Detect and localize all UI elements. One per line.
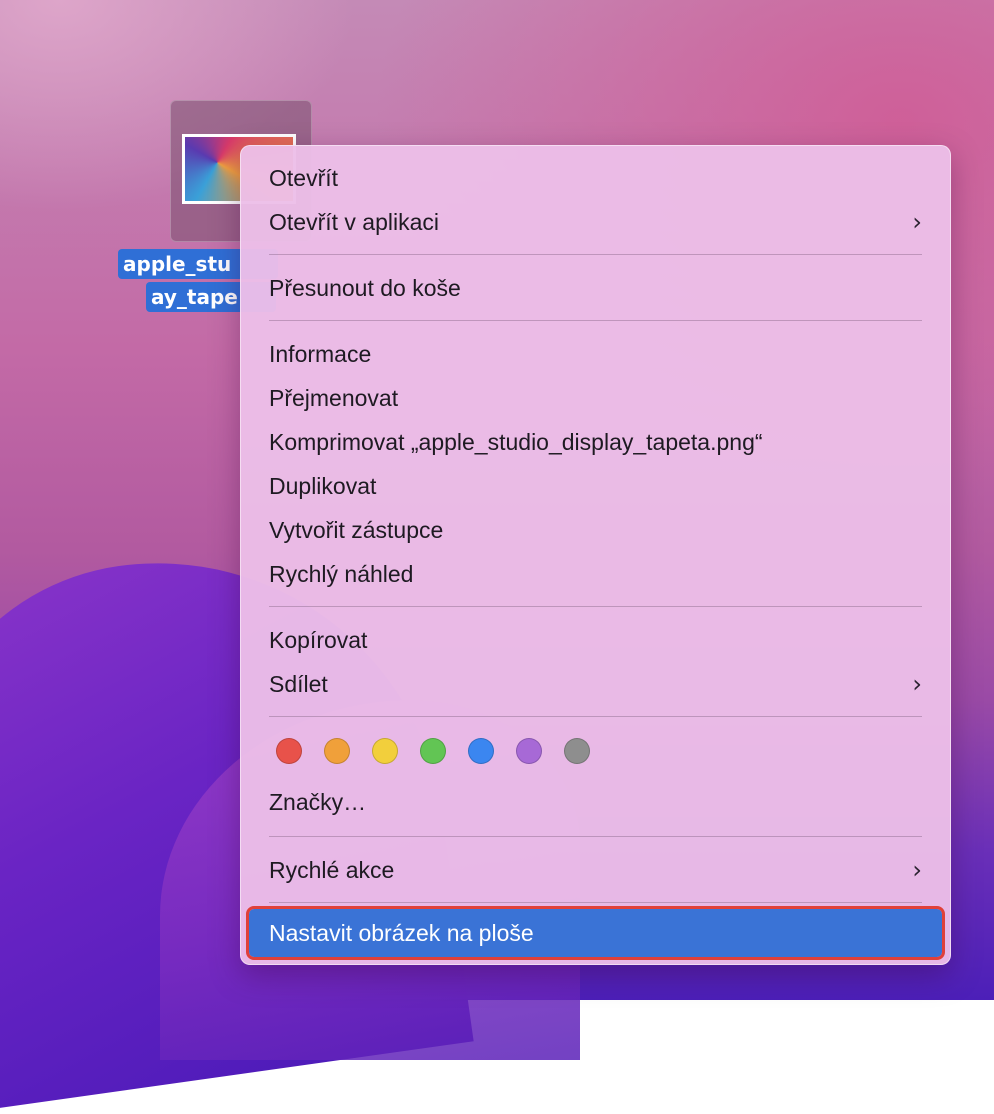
menu-item-tags[interactable]: Značky…: [241, 782, 950, 822]
menu-separator: [269, 836, 922, 837]
menu-item-label: Kopírovat: [269, 627, 368, 653]
menu-item-open[interactable]: Otevřít: [241, 158, 950, 198]
chevron-right-icon: ›: [912, 208, 922, 236]
chevron-right-icon: ›: [912, 670, 922, 698]
tag-yellow[interactable]: [372, 738, 398, 764]
tag-blue[interactable]: [468, 738, 494, 764]
menu-separator: [269, 606, 922, 607]
chevron-right-icon: ›: [912, 856, 922, 884]
menu-item-share[interactable]: Sdílet ›: [241, 664, 950, 704]
menu-item-get-info[interactable]: Informace: [241, 334, 950, 374]
menu-item-label: Značky…: [269, 789, 367, 815]
tag-orange[interactable]: [324, 738, 350, 764]
menu-item-compress[interactable]: Komprimovat „apple_studio_display_tapeta…: [241, 422, 950, 462]
tag-gray[interactable]: [564, 738, 590, 764]
menu-item-quick-look[interactable]: Rychlý náhled: [241, 554, 950, 594]
tag-green[interactable]: [420, 738, 446, 764]
menu-item-label: Rychlý náhled: [269, 561, 414, 587]
context-menu: Otevřít Otevřít v aplikaci › Přesunout d…: [240, 145, 951, 965]
menu-item-move-to-trash[interactable]: Přesunout do koše: [241, 268, 950, 308]
menu-item-label: Přejmenovat: [269, 385, 399, 411]
menu-item-set-desktop-picture[interactable]: Nastavit obrázek na ploše: [246, 906, 945, 960]
menu-item-label: Nastavit obrázek na ploše: [269, 920, 534, 946]
tag-red[interactable]: [276, 738, 302, 764]
menu-item-label: Vytvořit zástupce: [269, 517, 444, 543]
tag-purple[interactable]: [516, 738, 542, 764]
menu-item-label: Otevřít: [269, 165, 339, 191]
menu-item-make-alias[interactable]: Vytvořit zástupce: [241, 510, 950, 550]
menu-separator: [269, 254, 922, 255]
menu-item-label: Rychlé akce: [269, 857, 395, 883]
menu-item-label: Otevřít v aplikaci: [269, 209, 439, 235]
menu-item-label: Komprimovat „apple_studio_display_tapeta…: [269, 429, 763, 455]
menu-item-copy[interactable]: Kopírovat: [241, 620, 950, 660]
menu-item-quick-actions[interactable]: Rychlé akce ›: [241, 850, 950, 890]
menu-separator: [269, 320, 922, 321]
menu-item-open-with[interactable]: Otevřít v aplikaci ›: [241, 202, 950, 242]
menu-separator: [269, 716, 922, 717]
menu-item-duplicate[interactable]: Duplikovat: [241, 466, 950, 506]
menu-separator: [269, 902, 922, 903]
menu-item-rename[interactable]: Přejmenovat: [241, 378, 950, 418]
menu-item-label: Přesunout do koše: [269, 275, 461, 301]
menu-item-label: Sdílet: [269, 671, 328, 697]
menu-item-label: Informace: [269, 341, 372, 367]
menu-item-label: Duplikovat: [269, 473, 377, 499]
